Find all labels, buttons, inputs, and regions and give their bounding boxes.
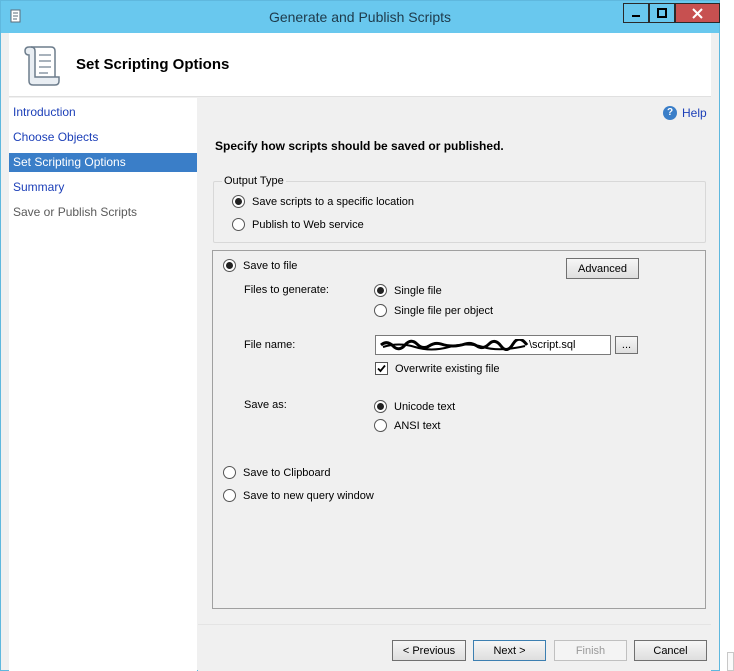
close-button[interactable] <box>675 3 720 23</box>
ansi-text-option[interactable]: ANSI text <box>374 419 440 432</box>
query-window-label: Save to new query window <box>243 489 374 502</box>
file-name-input[interactable]: \script.sql <box>375 335 611 355</box>
help-icon: ? <box>663 106 677 120</box>
scroll-icon <box>24 46 60 86</box>
nav-step-introduction[interactable]: Introduction <box>9 103 197 122</box>
minimize-button[interactable] <box>623 3 649 23</box>
close-icon <box>692 7 703 19</box>
instruction-text: Specify how scripts should be saved or p… <box>215 139 504 153</box>
redacted-path-scribble <box>380 339 529 351</box>
radio-button-selected[interactable] <box>374 400 387 413</box>
radio-button-selected[interactable] <box>374 284 387 297</box>
output-type-option-location[interactable]: Save scripts to a specific location <box>232 195 414 208</box>
title-bar[interactable]: Generate and Publish Scripts <box>1 1 720 33</box>
checkmark-icon <box>377 364 386 373</box>
encoding-option-label: Unicode text <box>394 400 456 413</box>
save-as-label: Save as: <box>244 399 287 411</box>
file-option-label: Single file <box>394 284 442 297</box>
radio-button[interactable] <box>223 466 236 479</box>
background-window-edge <box>727 652 734 671</box>
nav-step-choose-objects[interactable]: Choose Objects <box>9 128 197 147</box>
background-edge <box>721 0 734 671</box>
save-to-query-window-option[interactable]: Save to new query window <box>223 489 374 502</box>
output-type-group <box>213 181 706 243</box>
output-type-legend: Output Type <box>222 175 286 187</box>
window-title: Generate and Publish Scripts <box>268 9 452 25</box>
footer-divider <box>198 624 711 625</box>
output-option-label: Save scripts to a specific location <box>252 195 415 208</box>
radio-button-selected[interactable] <box>232 195 245 208</box>
finish-button: Finish <box>554 640 627 661</box>
previous-button[interactable]: < Previous <box>392 640 466 661</box>
nav-step-save-or-publish: Save or Publish Scripts <box>13 205 138 219</box>
browse-button[interactable]: ... <box>615 336 638 354</box>
maximize-icon <box>657 8 667 18</box>
radio-button[interactable] <box>374 419 387 432</box>
overwrite-existing-option[interactable]: Overwrite existing file <box>375 362 500 375</box>
single-file-option[interactable]: Single file <box>374 284 442 297</box>
save-to-file-option[interactable]: Save to file <box>223 259 297 272</box>
output-type-option-web-service[interactable]: Publish to Web service <box>232 218 364 231</box>
save-to-file-label: Save to file <box>243 259 298 272</box>
save-to-clipboard-option[interactable]: Save to Clipboard <box>223 466 330 479</box>
overwrite-label: Overwrite existing file <box>395 362 500 375</box>
file-name-value: \script.sql <box>529 339 576 351</box>
help-link[interactable]: ? Help <box>663 106 707 120</box>
radio-button[interactable] <box>232 218 245 231</box>
wizard-steps-nav: Introduction Choose Objects Set Scriptin… <box>9 98 197 671</box>
single-file-per-object-option[interactable]: Single file per object <box>374 304 493 317</box>
overwrite-checkbox[interactable] <box>375 362 388 375</box>
output-option-label: Publish to Web service <box>252 218 364 231</box>
nav-step-set-scripting-options[interactable]: Set Scripting Options <box>9 153 197 172</box>
encoding-option-label: ANSI text <box>394 419 441 432</box>
maximize-button[interactable] <box>649 3 675 23</box>
next-button[interactable]: Next > <box>473 640 546 661</box>
file-name-label: File name: <box>244 339 296 351</box>
page-title: Set Scripting Options <box>76 56 230 73</box>
files-to-generate-label: Files to generate: <box>244 284 329 296</box>
help-label: Help <box>682 106 707 120</box>
nav-step-summary[interactable]: Summary <box>9 178 197 197</box>
unicode-text-option[interactable]: Unicode text <box>374 400 455 413</box>
radio-button[interactable] <box>223 489 236 502</box>
minimize-icon <box>632 15 640 17</box>
page-header: Set Scripting Options <box>9 33 711 97</box>
clipboard-label: Save to Clipboard <box>243 466 331 479</box>
file-option-label: Single file per object <box>394 304 494 317</box>
advanced-button[interactable]: Advanced <box>566 258 639 279</box>
radio-button-selected[interactable] <box>223 259 236 272</box>
cancel-button[interactable]: Cancel <box>634 640 707 661</box>
wizard-window: Generate and Publish Scripts Set Scripti… <box>0 0 720 671</box>
main-panel: ? Help Specify how scripts should be sav… <box>198 98 711 671</box>
radio-button[interactable] <box>374 304 387 317</box>
